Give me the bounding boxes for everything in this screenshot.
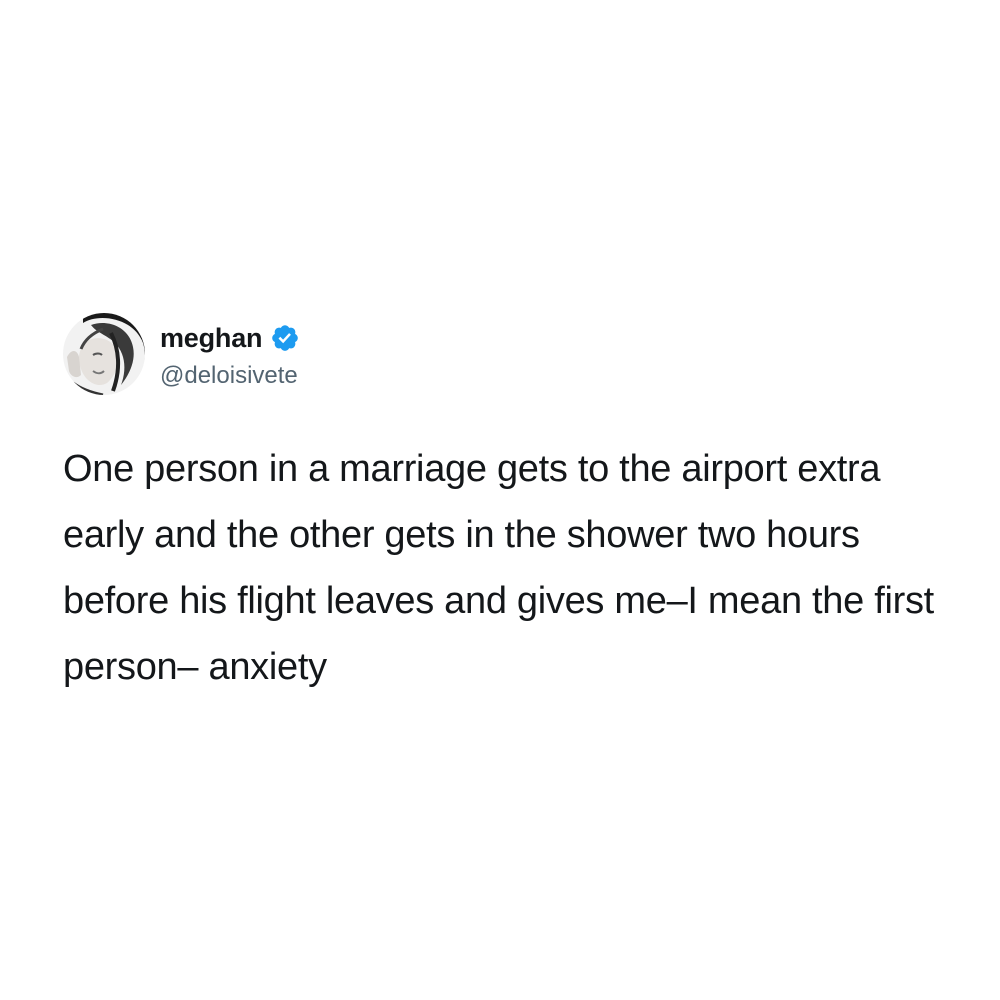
name-row: meghan bbox=[160, 318, 300, 358]
user-handle[interactable]: @deloisivete bbox=[160, 362, 300, 390]
avatar-photo bbox=[63, 313, 145, 395]
display-name[interactable]: meghan bbox=[160, 323, 263, 354]
tweet-header: meghan @deloisivete bbox=[63, 312, 943, 396]
avatar[interactable] bbox=[63, 313, 145, 395]
tweet-card-canvas: meghan @deloisivete One person in a marr… bbox=[0, 0, 1000, 1000]
tweet: meghan @deloisivete One person in a marr… bbox=[63, 312, 943, 700]
tweet-author: meghan @deloisivete bbox=[160, 318, 300, 390]
verified-badge-icon bbox=[270, 323, 300, 353]
tweet-text: One person in a marriage gets to the air… bbox=[63, 448, 934, 688]
